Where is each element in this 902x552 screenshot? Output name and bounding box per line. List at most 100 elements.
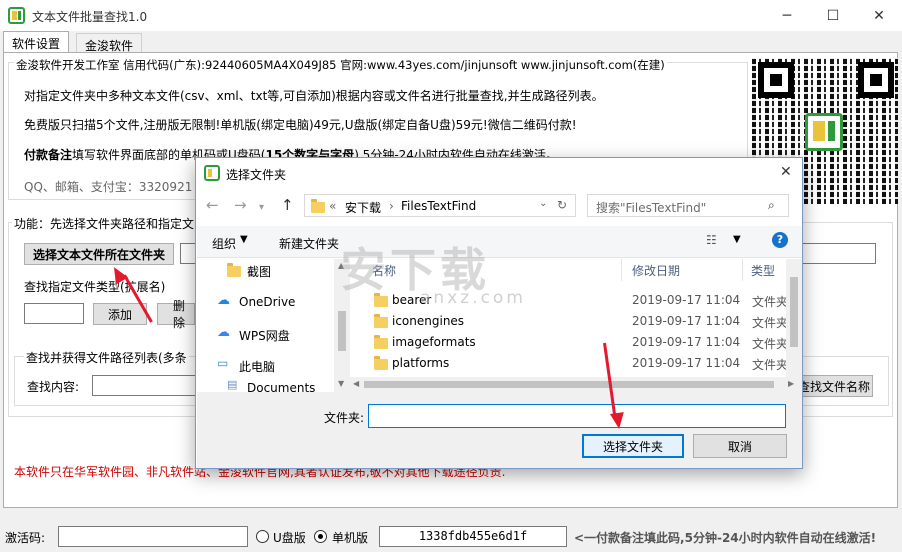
wps-cloud-icon: ☁ <box>217 325 230 340</box>
command-bar: 组织 ▼ 新建文件夹 ☷ ▼ ? <box>197 226 802 258</box>
search-list-label: 查找并获得文件路径列表(多条 <box>24 349 189 366</box>
file-name: imageformats <box>392 335 476 349</box>
company-info-line: 金浚软件开发工作室 信用代码(广东):92440605MA4X049J85 官网… <box>14 57 667 73</box>
path-dropdown-icon[interactable]: ⌄ <box>539 198 547 209</box>
status-bar: 激活码: U盘版 单机版 1338fdb455e6d1f <一付款备注填此码,5… <box>0 522 902 552</box>
machine-code-field: 1338fdb455e6d1f <box>379 526 567 547</box>
column-header-date[interactable]: 修改日期 <box>632 262 680 279</box>
column-header-type[interactable]: 类型 <box>751 262 775 279</box>
list-horizontal-scrollbar[interactable]: ◀ ▶ <box>350 377 802 392</box>
contact-line: QQ、邮箱、支付宝：3320921 <box>24 180 193 194</box>
pc-version-label: 单机版 <box>332 531 369 545</box>
organize-dropdown-icon[interactable]: ▼ <box>240 234 248 245</box>
folder-icon <box>227 263 241 277</box>
payment-note-bold: 付款备注 <box>24 148 73 162</box>
file-date: 2019-09-17 11:04 <box>632 293 741 307</box>
dialog-app-icon <box>204 165 220 181</box>
select-folder-button[interactable]: 选择文本文件所在文件夹 <box>24 243 174 265</box>
file-type: 文件夹 <box>752 316 789 330</box>
description-line: 对指定文件夹中多种文本文件(csv、xml、txt等,可自添加)根据内容或文件名… <box>24 89 604 103</box>
nav-item-wps-drive[interactable]: WPS网盘 <box>239 327 290 344</box>
minimize-button[interactable]: ─ <box>764 0 810 31</box>
qr-finder-pattern <box>758 62 794 98</box>
nav-item-screenshots[interactable]: 截图 <box>247 263 271 280</box>
pc-version-radio[interactable] <box>314 530 327 543</box>
activation-code-label: 激活码: <box>5 531 46 545</box>
path-segment-anxiazai[interactable]: 安下载 <box>345 199 381 216</box>
folder-icon <box>374 335 388 349</box>
pricing-line: 免费版只扫描5个文件,注册版无限制!单机版(绑定电脑)49元,U盘版(绑定自备U… <box>24 118 577 132</box>
search-input[interactable]: 搜索"FilesTextFind" <box>596 199 706 216</box>
file-date: 2019-09-17 11:04 <box>632 314 741 328</box>
file-name: iconengines <box>392 314 465 328</box>
path-overflow-icon[interactable]: « <box>329 199 336 213</box>
up-arrow-icon[interactable]: ↑ <box>281 196 294 214</box>
address-bar[interactable]: « 安下载 › FilesTextFind ⌄ ↻ <box>304 194 576 217</box>
list-item[interactable]: platforms 2019-09-17 11:04 文件夹 <box>366 353 789 374</box>
path-separator-icon: › <box>389 199 394 213</box>
annotation-arrow-head <box>609 412 627 430</box>
scroll-right-icon[interactable]: ▶ <box>788 379 794 388</box>
file-date: 2019-09-17 11:04 <box>632 356 741 370</box>
address-folder-icon <box>311 199 325 213</box>
organize-menu[interactable]: 组织 <box>212 235 236 252</box>
new-folder-button[interactable]: 新建文件夹 <box>279 235 339 252</box>
qr-finder-pattern <box>858 62 894 98</box>
file-type: 文件夹 <box>752 337 789 351</box>
recent-dropdown-icon[interactable]: ▾ <box>259 202 264 213</box>
file-name: platforms <box>392 356 450 370</box>
machine-code-hint: <一付款备注填此码,5分钟-24小时内软件自动在线激活! <box>574 531 877 545</box>
list-vertical-scrollbar[interactable] <box>786 259 802 377</box>
tab-jinjun-software[interactable]: 金浚软件 <box>76 33 143 53</box>
nav-item-documents[interactable]: Documents <box>247 381 315 392</box>
usb-version-label: U盘版 <box>273 531 306 545</box>
select-folder-confirm-button[interactable]: 选择文件夹 <box>582 434 684 458</box>
view-options-icon[interactable]: ☷ <box>706 233 717 247</box>
nav-item-this-pc[interactable]: 此电脑 <box>239 358 275 375</box>
usb-version-radio[interactable] <box>256 530 269 543</box>
watermark-domain: anxz.com <box>420 288 526 308</box>
folder-path-input-right[interactable] <box>802 243 876 264</box>
file-type: 文件夹 <box>752 358 789 372</box>
cancel-button[interactable]: 取消 <box>693 434 787 458</box>
tab-software-settings[interactable]: 软件设置 <box>3 31 70 53</box>
nav-item-onedrive[interactable]: OneDrive <box>239 295 295 309</box>
function-label: 功能：先选择文件夹路径和指定文 <box>12 215 197 232</box>
search-box[interactable]: 搜索"FilesTextFind" ⌕ <box>587 194 789 217</box>
close-button[interactable]: ✕ <box>856 0 902 31</box>
back-arrow-icon[interactable]: ← <box>206 196 219 214</box>
folder-name-input[interactable] <box>368 404 786 428</box>
forward-arrow-icon[interactable]: → <box>234 196 247 214</box>
help-icon[interactable]: ? <box>772 232 788 248</box>
window-title: 文本文件批量查找1.0 <box>32 10 148 24</box>
search-content-label: 查找内容: <box>27 380 80 394</box>
dialog-close-icon[interactable]: ✕ <box>780 164 792 180</box>
select-folder-dialog: 选择文件夹 ✕ ← → ▾ ↑ « 安下载 › FilesTextFind ⌄ … <box>195 157 803 469</box>
list-scroll-thumb[interactable] <box>790 277 798 347</box>
activation-code-input[interactable] <box>58 526 248 547</box>
folder-icon <box>374 314 388 328</box>
view-dropdown-icon[interactable]: ▼ <box>733 234 741 245</box>
path-segment-filestextfind[interactable]: FilesTextFind <box>401 199 476 213</box>
qr-brand-logo-icon <box>805 113 843 151</box>
this-pc-icon: ▭ <box>217 356 229 370</box>
list-hscroll-thumb[interactable] <box>364 381 774 388</box>
maximize-button[interactable]: ☐ <box>810 0 856 31</box>
folder-icon <box>374 356 388 370</box>
file-type: 文件夹 <box>752 295 789 309</box>
column-divider <box>621 259 622 281</box>
scroll-down-icon[interactable]: ▼ <box>338 379 344 388</box>
search-content-input[interactable] <box>92 375 196 396</box>
dialog-title: 选择文件夹 <box>226 168 287 182</box>
scroll-left-icon[interactable]: ◀ <box>353 379 359 388</box>
main-window: 文本文件批量查找1.0 ─ ☐ ✕ 软件设置 金浚软件 金浚软件开发工作室 信用… <box>0 0 902 552</box>
refresh-icon[interactable]: ↻ <box>557 198 567 212</box>
list-item[interactable]: iconengines 2019-09-17 11:04 文件夹 <box>366 311 789 332</box>
list-item[interactable]: imageformats 2019-09-17 11:04 文件夹 <box>366 332 789 353</box>
add-extension-button[interactable]: 添加 <box>93 303 147 325</box>
extension-input[interactable] <box>24 303 84 324</box>
find-file-name-button[interactable]: 查找文件名称 <box>795 375 873 397</box>
folder-field-label: 文件夹: <box>324 411 365 425</box>
nav-scroll-thumb[interactable] <box>338 311 346 351</box>
delete-extension-button[interactable]: 删除 <box>157 299 195 330</box>
